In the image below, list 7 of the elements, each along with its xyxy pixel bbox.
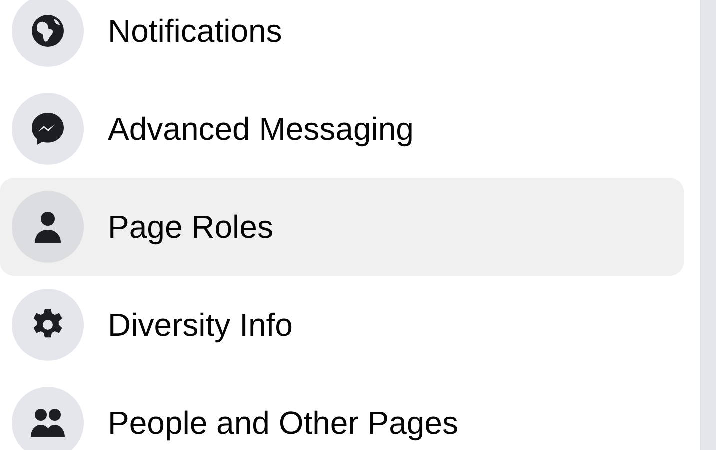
menu-item[interactable]: Page Roles — [0, 178, 684, 276]
menu-item[interactable]: Advanced Messaging — [0, 80, 684, 178]
menu-item[interactable]: Notifications — [0, 0, 684, 80]
globe-icon — [30, 13, 66, 49]
chat-bubble-icon — [30, 111, 66, 147]
menu-item[interactable]: Diversity Info — [0, 276, 684, 374]
menu-item[interactable]: People and Other Pages — [0, 374, 684, 450]
